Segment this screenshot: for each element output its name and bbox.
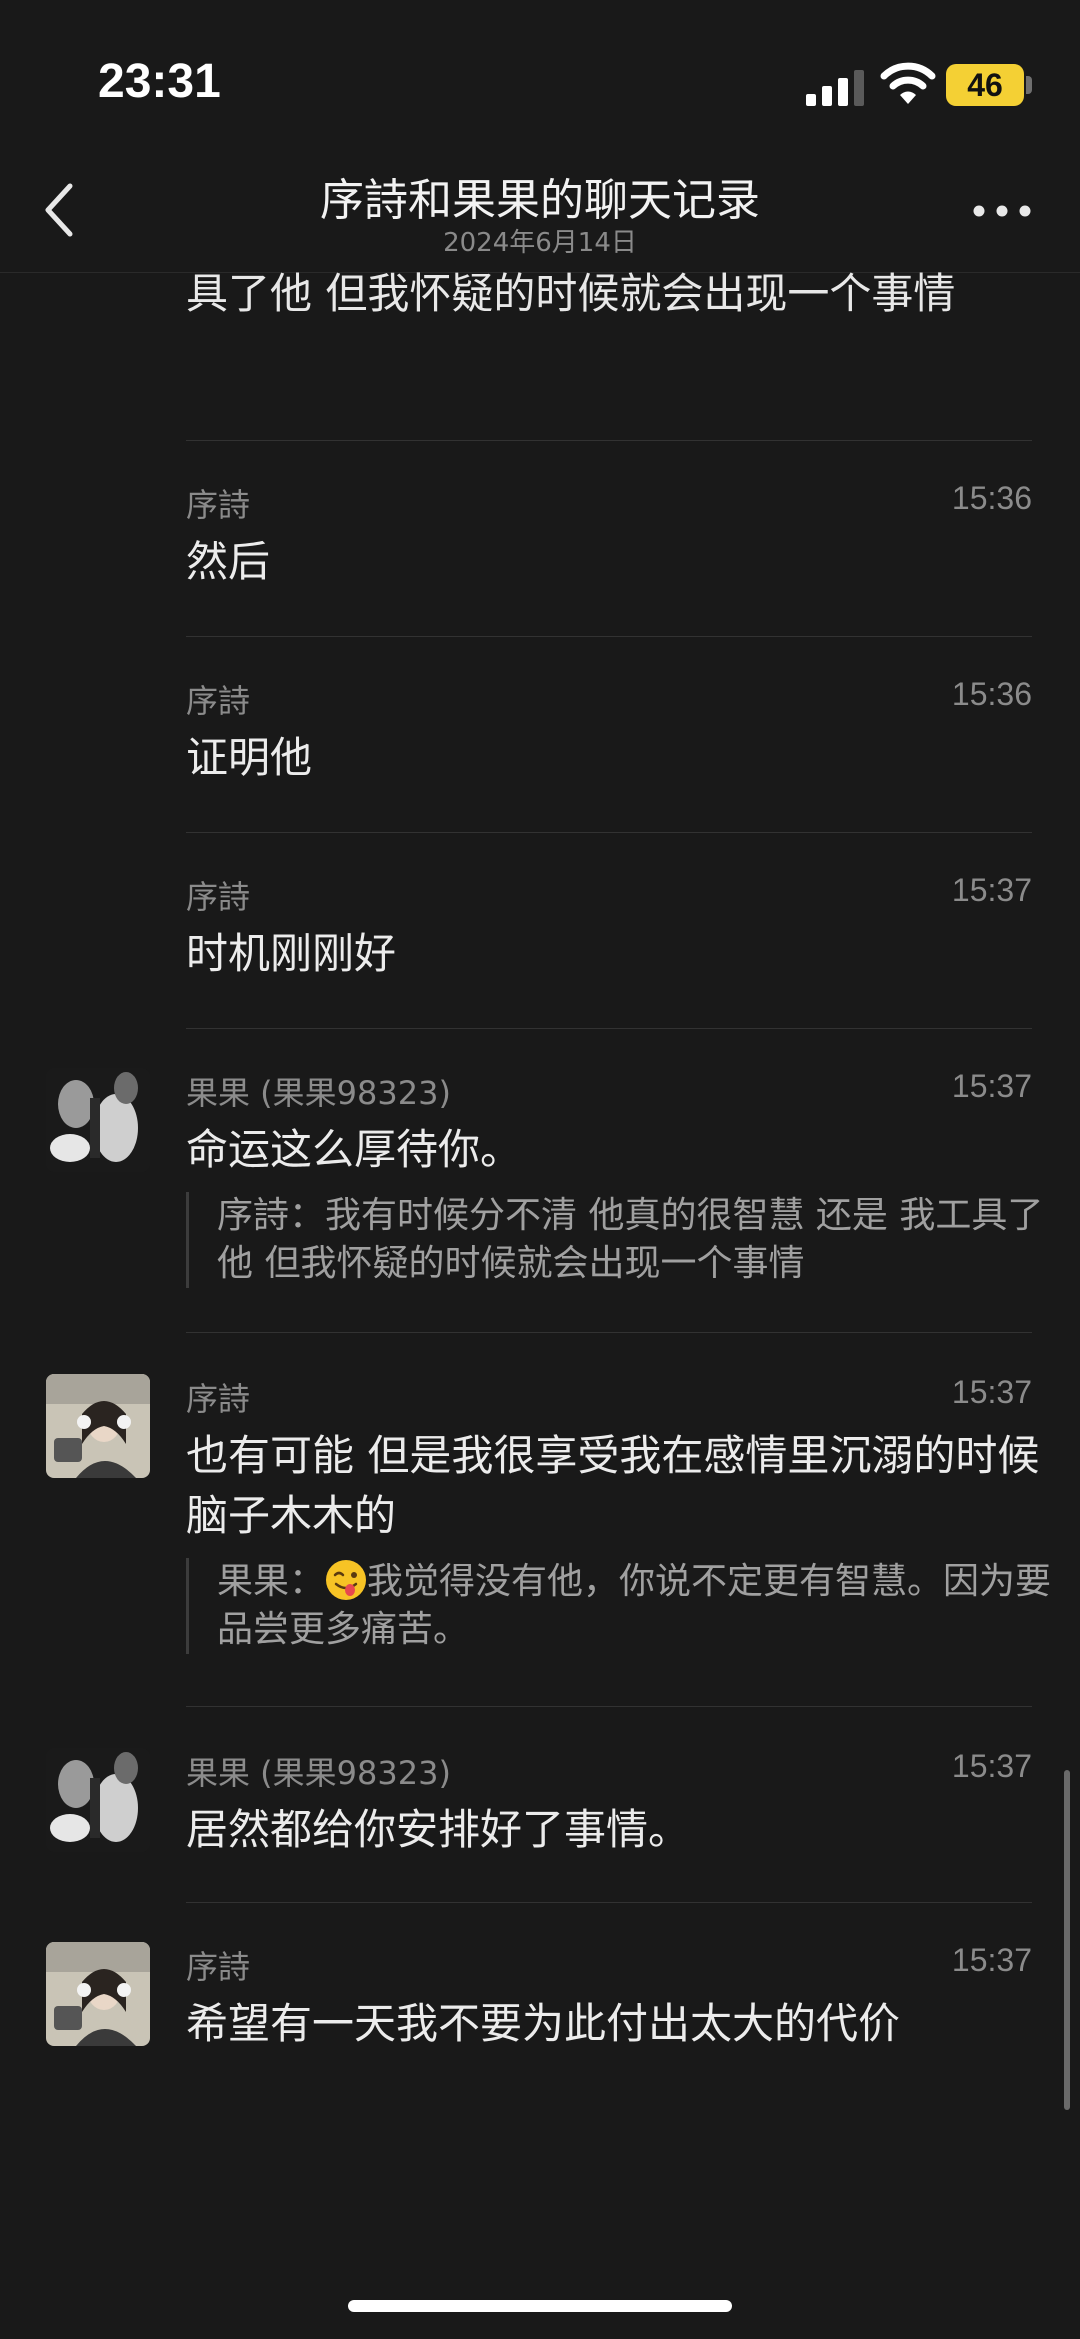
list-item[interactable]: 序詩 15:37 也有可能 但是我很享受我在感情里沉溺的时候 脑子木木的 果果：… (0, 1374, 1080, 1654)
continued-message: 具了他 但我怀疑的时候就会出现一个事情 (186, 272, 956, 318)
avatar[interactable] (46, 1942, 150, 2046)
quote-prefix: 果果： (217, 1561, 326, 1602)
divider (186, 1028, 1032, 1029)
quoted-message: 序詩：我有时候分不清 他真的很智慧 还是 我工具了他 但我怀疑的时候就会出现一个… (186, 1192, 1067, 1288)
battery-icon: 46 (946, 64, 1024, 106)
divider (186, 636, 1032, 637)
divider (186, 832, 1032, 833)
sender-name: 序詩 (186, 486, 251, 524)
message-text: 然后 (186, 537, 271, 586)
sender-name: 果果 (果果98323) (186, 1754, 451, 1792)
signal-icon (806, 70, 864, 106)
divider (186, 1332, 1032, 1333)
status-time: 23:31 (98, 55, 221, 108)
message-text: 证明他 (186, 733, 313, 782)
divider (186, 440, 1032, 441)
sender-name: 序詩 (186, 1948, 251, 1986)
avatar[interactable] (46, 1374, 150, 1478)
message-text: 希望有一天我不要为此付出太大的代价 (186, 1999, 901, 2048)
sender-name: 果果 (果果98323) (186, 1074, 451, 1112)
list-item[interactable]: 果果 (果果98323) 15:37 居然都给你安排好了事情。 (0, 1748, 1080, 1858)
divider (186, 1902, 1032, 1903)
chat-history[interactable]: 具了他 但我怀疑的时候就会出现一个事情 序詩 15:36 然后 序詩 15:36… (0, 272, 1080, 2252)
sender-name: 序詩 (186, 878, 251, 916)
message-text: 命运这么厚待你。 (186, 1125, 523, 1174)
page-title: 序詩和果果的聊天记录 (320, 175, 760, 226)
message-time: 15:36 (951, 480, 1032, 516)
nav-bar: 序詩和果果的聊天记录 2024年6月14日 (0, 160, 1080, 273)
message-time: 15:37 (951, 1374, 1032, 1410)
quoted-message: 果果： 我觉得没有他，你说不定更有智慧。因为要品尝更多痛苦。 (186, 1558, 1067, 1654)
battery-tip (1026, 76, 1032, 94)
message-time: 15:37 (951, 1942, 1032, 1978)
list-item[interactable]: 序詩 15:37 希望有一天我不要为此付出太大的代价 (0, 1942, 1080, 2052)
page-date: 2024年6月14日 (443, 228, 637, 258)
divider (186, 1706, 1032, 1707)
message-time: 15:37 (951, 872, 1032, 908)
status-bar: 23:31 46 (0, 0, 1080, 160)
list-item[interactable]: 序詩 15:36 然后 (0, 480, 1080, 590)
message-text: 也有可能 但是我很享受我在感情里沉溺的时候 脑子木木的 (186, 1431, 1040, 1540)
message-time: 15:37 (951, 1748, 1032, 1784)
scrollbar[interactable] (1064, 1770, 1070, 2110)
avatar[interactable] (46, 1748, 150, 1852)
message-text: 时机刚刚好 (186, 929, 397, 978)
message-time: 15:37 (951, 1068, 1032, 1104)
wifi-icon (880, 62, 936, 104)
list-item[interactable]: 序詩 15:36 证明他 (0, 676, 1080, 786)
list-item[interactable]: 序詩 15:37 时机刚刚好 (0, 872, 1080, 982)
message-text: 居然都给你安排好了事情。 (186, 1805, 691, 1854)
home-indicator[interactable] (348, 2300, 732, 2312)
sender-name: 序詩 (186, 682, 251, 720)
winking-tongue-emoji (326, 1560, 367, 1600)
avatar[interactable] (46, 1068, 150, 1172)
more-icon[interactable] (972, 204, 1032, 218)
message-time: 15:36 (951, 676, 1032, 712)
list-item[interactable]: 果果 (果果98323) 15:37 命运这么厚待你。 序詩：我有时候分不清 他… (0, 1068, 1080, 1328)
sender-name: 序詩 (186, 1380, 251, 1418)
